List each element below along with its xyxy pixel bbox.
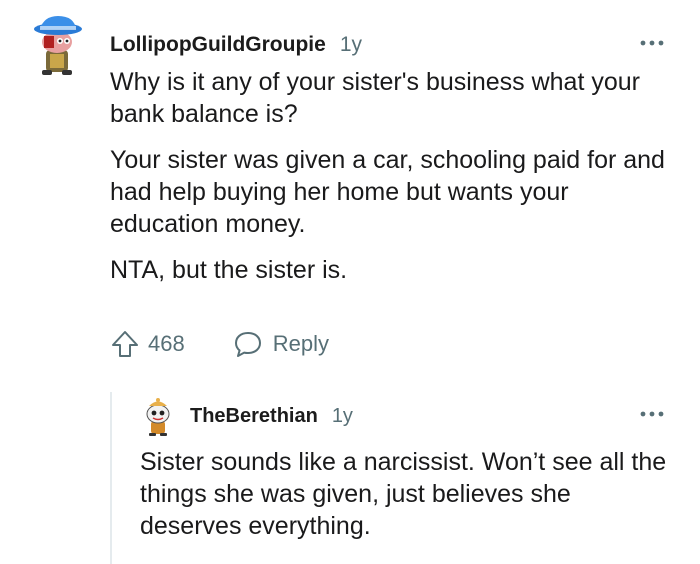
reply-paragraph: Sister sounds like a narcissist. Won’t s… <box>140 448 667 540</box>
comment-body: Why is it any of your sister's business … <box>110 66 670 300</box>
reply-avatar[interactable] <box>143 397 173 437</box>
upvote-arrow-icon <box>112 331 138 357</box>
vote-count: 468 <box>148 331 185 356</box>
user-avatar[interactable] <box>30 14 86 76</box>
comment-paragraph: NTA, but the sister is. <box>110 256 348 284</box>
comment-paragraph: Why is it any of your sister's business … <box>110 68 640 128</box>
more-options-button[interactable] <box>638 32 666 54</box>
comment-age: 1y <box>339 33 362 56</box>
ellipsis-icon <box>640 411 664 417</box>
snoo-avatar-blue-hat-icon <box>34 16 82 75</box>
comment-actions: 468 Reply <box>110 326 329 362</box>
speech-bubble-icon <box>234 332 261 357</box>
comment-thread: LollipopGuildGroupie 1y Why is it any of… <box>0 0 700 564</box>
reply-body: Sister sounds like a narcissist. Won’t s… <box>140 446 670 542</box>
reply-more-options-button[interactable] <box>638 404 666 424</box>
reply-label: Reply <box>272 331 329 356</box>
comment-meta: LollipopGuildGroupie 1y <box>110 30 362 60</box>
reply-author[interactable]: TheBerethian <box>190 405 318 428</box>
comment-author[interactable]: LollipopGuildGroupie <box>110 33 326 57</box>
ellipsis-icon <box>640 40 664 46</box>
reply-button[interactable]: Reply <box>233 330 329 358</box>
reply-age: 1y <box>331 404 353 427</box>
reply-meta: TheBerethian 1y <box>190 402 353 430</box>
snoo-avatar-orange-icon <box>146 398 170 436</box>
upvote-button[interactable]: 468 <box>110 329 185 359</box>
thread-line[interactable] <box>110 392 112 564</box>
comment-paragraph: Your sister was given a car, schooling p… <box>110 146 665 238</box>
